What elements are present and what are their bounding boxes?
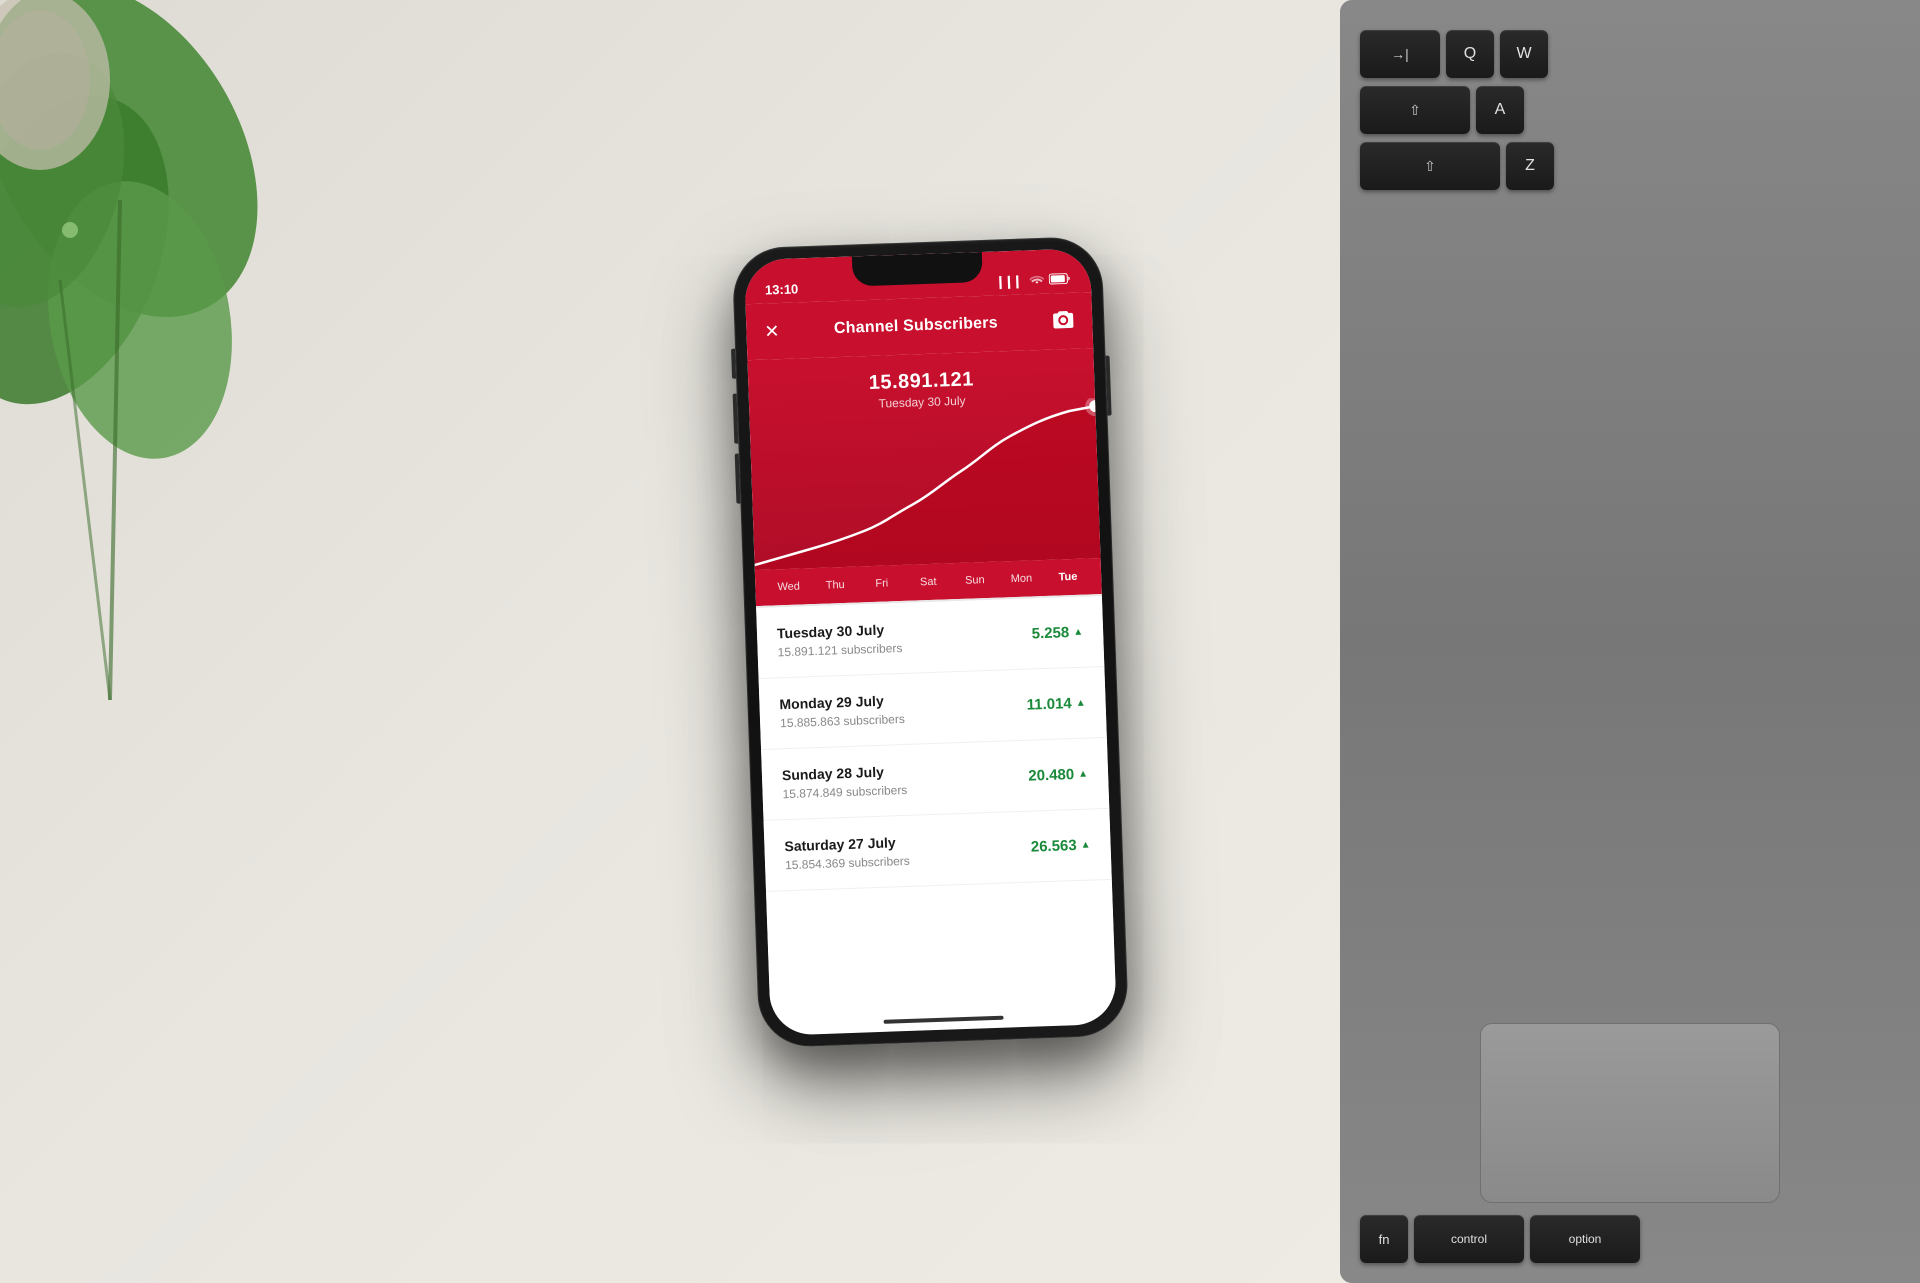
data-item-title-2: Sunday 28 July xyxy=(782,762,907,782)
signal-icon: ▎▎▎ xyxy=(999,274,1025,288)
day-label-sat: Sat xyxy=(905,575,952,589)
data-item-sub-2: 15.874.849 subscribers xyxy=(782,782,907,800)
data-item-left-0: Tuesday 30 July 15.891.121 subscribers xyxy=(777,620,903,658)
key-row-3: ⇧ Z xyxy=(1360,142,1900,190)
key-control[interactable]: control xyxy=(1414,1215,1524,1263)
data-item-value-3: 26.563 xyxy=(1031,836,1077,855)
key-row-bottom: fn control option xyxy=(1360,1215,1900,1263)
key-tab: →| xyxy=(1360,30,1440,78)
status-icons: ▎▎▎ xyxy=(999,272,1071,288)
data-item-right-0: 5.258 ▲ xyxy=(1031,623,1083,642)
data-item-row-1[interactable]: Monday 29 July 15.885.863 subscribers 11… xyxy=(759,666,1107,749)
phone-body: 13:10 ▎▎▎ xyxy=(732,235,1130,1047)
chart-area: 15.891.121 Tuesday 30 July xyxy=(747,348,1100,570)
data-item-sub-0: 15.891.121 subscribers xyxy=(777,640,902,658)
data-item-row-2[interactable]: Sunday 28 July 15.874.849 subscribers 20… xyxy=(761,737,1109,820)
home-indicator xyxy=(884,1015,1004,1023)
key-row-1: →| Q W xyxy=(1360,30,1900,78)
key-a: A xyxy=(1476,86,1524,134)
key-option[interactable]: option xyxy=(1530,1215,1640,1263)
data-item-right-2: 20.480 ▲ xyxy=(1028,765,1088,784)
plant-decoration xyxy=(0,0,280,700)
data-item-row-3[interactable]: Saturday 27 July 15.854.369 subscribers … xyxy=(764,808,1112,891)
data-item-arrow-1: ▲ xyxy=(1076,697,1086,708)
phone-screen: 13:10 ▎▎▎ xyxy=(744,248,1117,1036)
laptop-keyboard: →| Q W ⇧ A ⇧ Z xyxy=(1340,0,1920,1283)
key-option-label: option xyxy=(1569,1232,1602,1246)
key-caps: ⇧ xyxy=(1360,86,1470,134)
phone-volume-up-button xyxy=(733,393,739,443)
data-item-arrow-3: ▲ xyxy=(1080,839,1090,850)
key-z: Z xyxy=(1506,142,1554,190)
phone-mockup: 13:10 ▎▎▎ xyxy=(732,235,1130,1047)
day-label-tue: Tue xyxy=(1044,570,1091,584)
data-item-right-3: 26.563 ▲ xyxy=(1031,836,1091,855)
close-button[interactable]: ✕ xyxy=(764,320,780,342)
chart-svg xyxy=(749,398,1100,570)
day-label-wed: Wed xyxy=(765,580,812,594)
key-fn[interactable]: fn xyxy=(1360,1215,1408,1263)
data-item-left-3: Saturday 27 July 15.854.369 subscribers xyxy=(784,833,910,871)
status-time: 13:10 xyxy=(765,281,799,297)
phone-mute-button xyxy=(731,348,736,378)
day-label-thu: Thu xyxy=(812,578,859,592)
camera-button[interactable] xyxy=(1052,308,1075,334)
day-label-mon: Mon xyxy=(998,571,1045,585)
data-item-value-1: 11.014 xyxy=(1026,694,1072,713)
key-shift-left: ⇧ xyxy=(1360,142,1500,190)
data-item-title-1: Monday 29 July xyxy=(779,691,904,711)
data-item-title-0: Tuesday 30 July xyxy=(777,620,902,640)
data-item-arrow-0: ▲ xyxy=(1073,626,1083,637)
data-item-value-0: 5.258 xyxy=(1031,623,1069,641)
key-row-2: ⇧ A xyxy=(1360,86,1900,134)
data-item-left-2: Sunday 28 July 15.874.849 subscribers xyxy=(782,762,908,800)
data-item-value-2: 20.480 xyxy=(1028,765,1074,784)
data-item-arrow-2: ▲ xyxy=(1078,768,1088,779)
day-label-sun: Sun xyxy=(951,573,998,587)
key-control-label: control xyxy=(1451,1232,1487,1246)
data-item-sub-3: 15.854.369 subscribers xyxy=(785,853,910,871)
day-label-fri: Fri xyxy=(858,576,905,590)
key-w: W xyxy=(1500,30,1548,78)
phone-volume-down-button xyxy=(735,453,741,503)
key-fn-label: fn xyxy=(1379,1232,1390,1247)
data-list: Tuesday 30 July 15.891.121 subscribers 5… xyxy=(756,595,1116,1005)
battery-icon xyxy=(1049,272,1071,287)
data-item-row-0[interactable]: Tuesday 30 July 15.891.121 subscribers 5… xyxy=(756,595,1104,678)
wifi-icon xyxy=(1030,274,1044,287)
data-item-title-3: Saturday 27 July xyxy=(784,833,909,853)
data-item-right-1: 11.014 ▲ xyxy=(1026,694,1086,713)
data-item-sub-1: 15.885.863 subscribers xyxy=(780,711,905,729)
header-title: Channel Subscribers xyxy=(834,314,998,338)
phone-notch xyxy=(852,251,983,286)
data-item-left-1: Monday 29 July 15.885.863 subscribers xyxy=(779,691,905,729)
app-header: ✕ Channel Subscribers xyxy=(745,292,1093,360)
trackpad[interactable] xyxy=(1480,1023,1780,1203)
key-q: Q xyxy=(1446,30,1494,78)
